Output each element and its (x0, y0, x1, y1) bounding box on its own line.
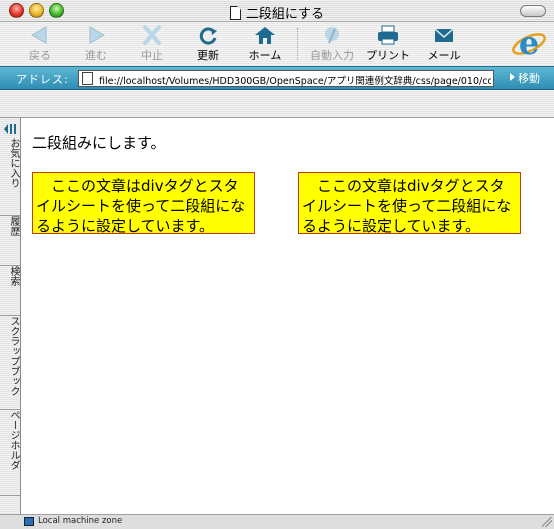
mail-button[interactable]: メール (424, 25, 464, 63)
sidebar-toggle-icon[interactable] (3, 120, 18, 134)
refresh-label: 更新 (197, 49, 219, 62)
document-icon (229, 6, 241, 20)
print-label: プリント (366, 49, 410, 62)
go-label: 移動 (518, 72, 540, 85)
page-document-icon (82, 72, 93, 85)
address-bar: アドレス: file://localhost/Volumes/HDD300GB/… (0, 66, 554, 90)
back-button[interactable]: 戻る (20, 25, 60, 63)
mail-label: メール (427, 49, 461, 62)
forward-label: 進む (85, 49, 107, 62)
explorer-sidebar: お気に入り 履歴 検索 スクラップブック ページホルダ (0, 118, 21, 514)
window-title: 二段組にする (245, 7, 325, 22)
print-button[interactable]: プリント (365, 25, 411, 63)
back-label: 戻る (29, 49, 51, 62)
autofill-pen-icon (320, 25, 344, 45)
forward-button[interactable]: 進む (76, 25, 116, 63)
explorer-logo-icon: e (510, 24, 548, 62)
left-column: ここの文章はdivタグとスタイルシートを使って二段組になるように設定しています。 (32, 172, 255, 234)
page-content: 二段組みにします。 ここの文章はdivタグとスタイルシートを使って二段組になるよ… (22, 119, 554, 514)
sidebar-tab-page-holder[interactable]: ページホルダ (0, 410, 21, 496)
address-input[interactable]: file://localhost/Volumes/HDD300GB/OpenSp… (78, 70, 494, 87)
resize-grip[interactable] (542, 517, 552, 527)
sidebar-tab-scrapbook[interactable]: スクラップブック (0, 316, 21, 410)
page-heading: 二段組みにします。 (32, 134, 166, 152)
stop-button[interactable]: 中止 (132, 25, 172, 63)
autofill-button[interactable]: 自動入力 (309, 25, 355, 63)
refresh-button[interactable]: 更新 (188, 25, 228, 63)
toolbar: 戻る 進む 中止 更新 ホーム 自動入力 プリント メール e (0, 22, 554, 66)
toolbar-toggle-button[interactable] (520, 5, 546, 17)
toolbar-separator (297, 28, 298, 60)
stop-x-icon (140, 25, 164, 45)
mail-envelope-icon (432, 25, 456, 45)
window-title-wrap: 二段組にする (0, 3, 554, 22)
sidebar-tab-search[interactable]: 検索 (0, 266, 21, 316)
home-label: ホーム (248, 49, 282, 62)
status-text: Local machine zone (38, 516, 123, 526)
go-button[interactable]: 移動 (510, 70, 540, 86)
back-arrow-icon (28, 25, 52, 45)
zone-computer-icon (24, 517, 34, 526)
sidebar-tab-history[interactable]: 履歴 (0, 216, 21, 266)
forward-arrow-icon (84, 25, 108, 45)
address-label: アドレス: (16, 73, 69, 86)
autofill-label: 自動入力 (310, 49, 354, 62)
refresh-icon (196, 25, 220, 45)
stop-label: 中止 (141, 49, 163, 62)
address-url[interactable]: file://localhost/Volumes/HDD300GB/OpenSp… (99, 73, 491, 87)
printer-icon (376, 25, 400, 45)
status-bar: Local machine zone (0, 514, 554, 529)
favorites-bar (0, 90, 554, 118)
svg-text:e: e (519, 24, 539, 62)
right-column: ここの文章はdivタグとスタイルシートを使って二段組になるように設定しています。 (298, 172, 521, 234)
home-icon (253, 25, 277, 45)
go-arrow-icon (510, 73, 515, 81)
title-bar: 二段組にする (0, 0, 554, 22)
home-button[interactable]: ホーム (244, 25, 286, 63)
sidebar-tab-favorites[interactable]: お気に入り (0, 138, 21, 216)
